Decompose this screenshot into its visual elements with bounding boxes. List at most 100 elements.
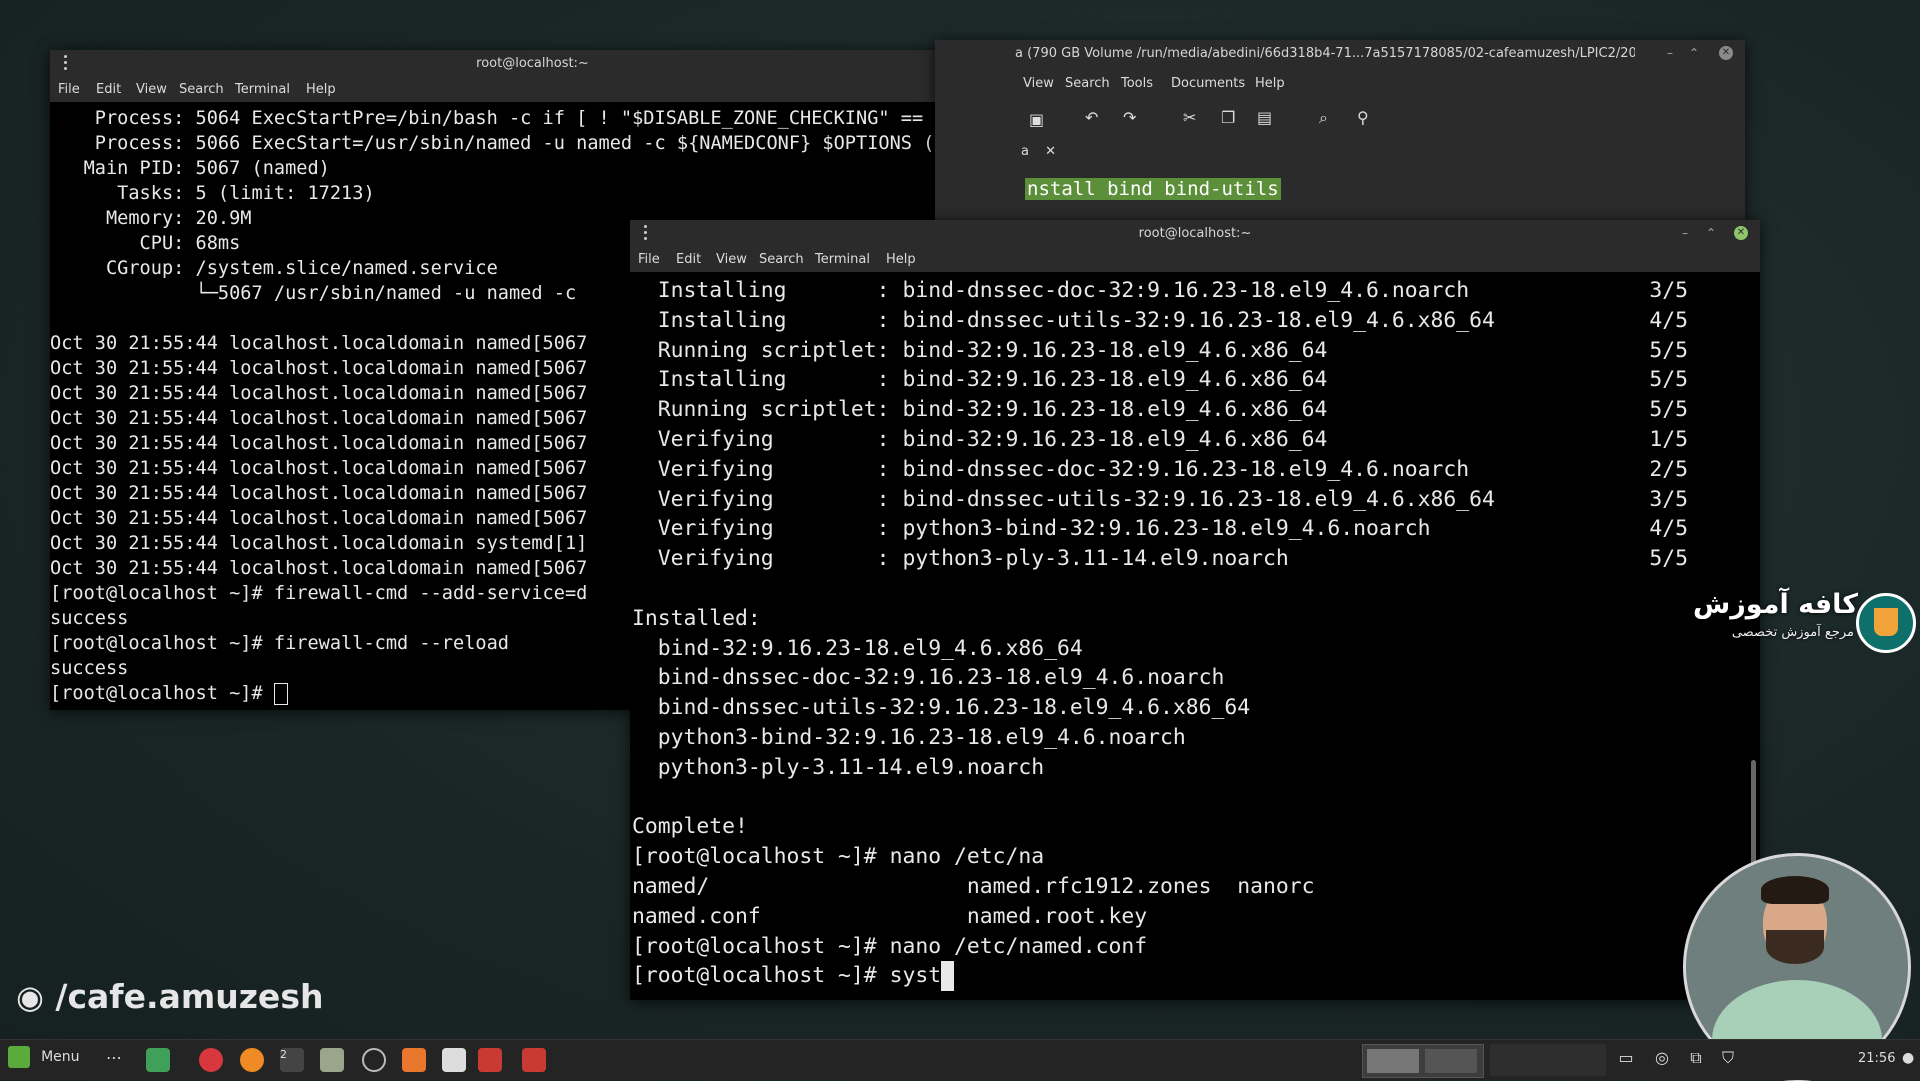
- menu-file[interactable]: File: [58, 82, 80, 97]
- editor-titlebar[interactable]: a (790 GB Volume /run/media/abedini/66d3…: [935, 40, 1745, 68]
- terminal-line: python3-ply-3.11-14.el9.noarch: [632, 754, 1045, 780]
- camera-icon: ◉: [16, 978, 44, 1016]
- menu-help[interactable]: Help: [306, 82, 336, 97]
- terminal-line: bind-dnssec-doc-32:9.16.23-18.el9_4.6.no…: [632, 665, 1225, 691]
- terminal-line: Process: 5064 ExecStartPre=/bin/bash -c …: [50, 108, 924, 129]
- menu-edit[interactable]: Edit: [96, 82, 121, 97]
- user-icon[interactable]: ●: [1902, 1050, 1914, 1066]
- minimize-icon[interactable]: –: [1663, 46, 1677, 60]
- paste-icon[interactable]: ▤: [1257, 108, 1272, 127]
- menu-search[interactable]: Search: [1065, 76, 1110, 91]
- menu-file[interactable]: File: [638, 252, 660, 267]
- clock[interactable]: 21:56: [1858, 1051, 1895, 1066]
- menu-help[interactable]: Help: [1255, 76, 1285, 91]
- text-cursor: [273, 682, 288, 705]
- menu-view[interactable]: View: [136, 82, 167, 97]
- terminal-line: [root@localhost ~]# nano /etc/na: [632, 844, 1045, 870]
- vpn-icon[interactable]: ◎: [1650, 1048, 1674, 1072]
- terminal-line: Running scriptlet: bind-32:9.16.23-18.el…: [632, 337, 1689, 363]
- maximize-icon[interactable]: ⌃: [1704, 226, 1718, 240]
- handle-watermark: ◉ /cafe.amuzesh: [16, 977, 323, 1016]
- mint-logo-icon: [8, 1046, 30, 1068]
- left-terminal-titlebar[interactable]: root@localhost:~ – ⌃ ✕: [50, 50, 1015, 78]
- right-terminal-output[interactable]: Installing : bind-dnssec-doc-32:9.16.23-…: [630, 276, 1760, 1000]
- menu-terminal[interactable]: Terminal: [815, 252, 870, 267]
- timeshift-icon[interactable]: [362, 1048, 386, 1072]
- editor-content[interactable]: nstall bind bind-utils: [1025, 178, 1281, 200]
- wine-app-icon[interactable]: [478, 1048, 502, 1072]
- menu-search[interactable]: Search: [179, 82, 224, 97]
- menu-view[interactable]: View: [716, 252, 747, 267]
- terminal-line: Verifying : python3-bind-32:9.16.23-18.e…: [632, 516, 1689, 542]
- menu-documents[interactable]: Documents: [1171, 76, 1245, 91]
- workspace-2[interactable]: [1425, 1049, 1477, 1073]
- menu-help[interactable]: Help: [886, 252, 916, 267]
- prompt-text: [root@localhost ~]#: [50, 683, 274, 704]
- find-replace-icon[interactable]: ⚲: [1357, 108, 1369, 127]
- close-icon[interactable]: ✕: [1719, 46, 1733, 60]
- maximize-icon[interactable]: ⌃: [1687, 46, 1701, 60]
- left-terminal-menubar: File Edit View Search Terminal Help: [50, 78, 1015, 102]
- menu-search[interactable]: Search: [759, 252, 804, 267]
- files-icon[interactable]: [320, 1048, 344, 1072]
- terminal-line: Verifying : bind-dnssec-utils-32:9.16.23…: [632, 486, 1689, 512]
- find-icon[interactable]: ⌕: [1319, 108, 1328, 128]
- person-hair: [1761, 876, 1829, 904]
- undo-icon[interactable]: ↶: [1085, 108, 1098, 127]
- redo-icon[interactable]: ↷: [1123, 108, 1136, 127]
- apps-grid-icon[interactable]: ⋯: [102, 1048, 126, 1072]
- right-terminal-window[interactable]: root@localhost:~ – ⌃ ✕ File Edit View Se…: [630, 220, 1760, 1000]
- terminal-prompt[interactable]: [root@localhost ~]# syst: [632, 961, 1760, 992]
- menu-edit[interactable]: Edit: [676, 252, 701, 267]
- menu-view[interactable]: View: [1023, 76, 1054, 91]
- cup-logo-icon: [1856, 593, 1916, 653]
- firefox-icon[interactable]: [240, 1048, 264, 1072]
- logo-subtitle: مرجع آموزش تخصصی: [1731, 625, 1854, 640]
- window-title: root@localhost:~: [476, 56, 589, 71]
- editor-window[interactable]: a (790 GB Volume /run/media/abedini/66d3…: [935, 40, 1745, 225]
- workspace-switcher[interactable]: [1362, 1044, 1484, 1078]
- terminal-line: Installing : bind-dnssec-utils-32:9.16.2…: [632, 307, 1689, 333]
- editor-tab[interactable]: a ✕: [1021, 144, 1056, 166]
- logo-title: کافه آموزش: [1693, 589, 1858, 620]
- terminal-line: bind-32:9.16.23-18.el9_4.6.x86_64: [632, 635, 1083, 661]
- menu-tools[interactable]: Tools: [1121, 76, 1153, 91]
- tab-close-icon[interactable]: ✕: [1045, 144, 1056, 159]
- slides-icon[interactable]: [402, 1048, 426, 1072]
- terminal-line: Main PID: 5067 (named): [50, 158, 330, 179]
- editor-toolbar: ▣ ↶ ↷ ✂ ❐ ▤ ⌕ ⚲: [935, 102, 1745, 138]
- save-icon[interactable]: ▣: [1029, 110, 1044, 129]
- minimize-icon[interactable]: –: [1678, 226, 1692, 240]
- terminal-line: Verifying : python3-ply-3.11-14.el9.noar…: [632, 546, 1689, 572]
- workspace-number: 2: [280, 1048, 287, 1061]
- right-terminal-titlebar[interactable]: root@localhost:~ – ⌃ ✕: [630, 220, 1760, 248]
- start-menu-button[interactable]: Menu: [8, 1046, 80, 1074]
- person-beard: [1766, 930, 1824, 964]
- close-icon[interactable]: ✕: [1734, 226, 1748, 240]
- terminal-line: named/ named.rfc1912.zones nanorc: [632, 873, 1315, 899]
- menu-label: Menu: [41, 1049, 80, 1065]
- show-desktop-icon[interactable]: [146, 1048, 170, 1072]
- shield-icon[interactable]: ⛉: [1716, 1048, 1740, 1072]
- taskbar: Menu ⋯ 2 ▭ ◎ ⧉ ⛉ 21:56 ●: [0, 1039, 1920, 1080]
- copy-icon[interactable]: ❐: [1221, 108, 1235, 127]
- workspace-1[interactable]: [1367, 1049, 1419, 1073]
- workspace-3[interactable]: [1490, 1044, 1606, 1076]
- update-icon[interactable]: ⧉: [1684, 1048, 1708, 1072]
- terminal-icon[interactable]: 2: [280, 1048, 304, 1072]
- scrollbar[interactable]: [1751, 760, 1756, 870]
- text-editor-icon[interactable]: [442, 1048, 466, 1072]
- terminal-line: Process: 5066 ExecStart=/usr/sbin/named …: [50, 133, 935, 154]
- cut-icon[interactable]: ✂: [1183, 108, 1196, 127]
- terminal-line: Running scriptlet: bind-32:9.16.23-18.el…: [632, 397, 1689, 423]
- terminal-line: Installing : bind-dnssec-doc-32:9.16.23-…: [632, 278, 1689, 303]
- wine-app-icon[interactable]: [522, 1048, 546, 1072]
- vivaldi-icon[interactable]: [199, 1048, 223, 1072]
- terminal-line: named.conf named.root.key: [632, 903, 1148, 929]
- terminal-line: Installing : bind-32:9.16.23-18.el9_4.6.…: [632, 367, 1689, 393]
- menu-terminal[interactable]: Terminal: [235, 82, 290, 97]
- text-cursor: [941, 961, 954, 992]
- display-icon[interactable]: ▭: [1614, 1048, 1638, 1072]
